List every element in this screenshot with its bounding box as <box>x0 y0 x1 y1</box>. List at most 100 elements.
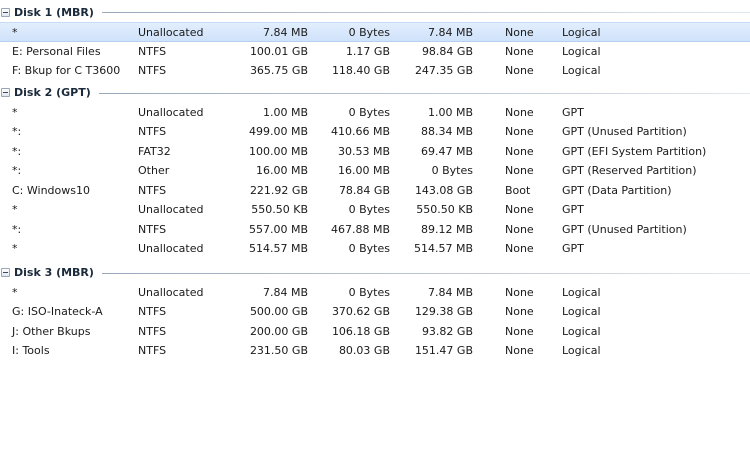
volume-cell: * <box>12 203 18 216</box>
partition-type-cell: GPT <box>562 105 584 119</box>
boot-flag-cell: None <box>505 44 534 58</box>
used-space-cell: 0 Bytes <box>348 285 390 299</box>
partition-type-cell: GPT (EFI System Partition) <box>562 144 707 158</box>
capacity-cell: 7.84 MB <box>262 26 308 39</box>
capacity-cell: 365.75 GB <box>249 64 308 77</box>
collapse-icon[interactable] <box>1 88 10 97</box>
disk-title: Disk 3 (MBR) <box>14 266 94 279</box>
boot-flag-cell: None <box>505 26 534 39</box>
volume-cell: * <box>12 285 18 299</box>
disk-group-header[interactable]: Disk 1 (MBR) <box>0 2 750 22</box>
partition-row[interactable]: * Unallocated 7.84 MB 0 Bytes 7.84 MB None Log… <box>0 22 750 42</box>
partition-type-cell: Logical <box>562 64 601 77</box>
file-system-cell: NTFS <box>138 125 167 138</box>
partition-row[interactable]: * Unallocated 514.57 MB 0 Bytes 514.57 MB Non… <box>0 239 750 259</box>
capacity-cell: 100.00 MB <box>248 144 308 158</box>
capacity-cell: 500.00 GB <box>249 305 308 318</box>
disk-title: Disk 2 (GPT) <box>14 86 91 99</box>
boot-flag-cell: None <box>505 203 534 216</box>
partition-row[interactable]: * Unallocated 7.84 MB 0 Bytes 7.84 MB None Log… <box>0 283 750 303</box>
file-system-cell: NTFS <box>138 305 167 318</box>
capacity-cell: 231.50 GB <box>249 344 308 357</box>
volume-cell: *: <box>12 164 22 177</box>
file-system-cell: FAT32 <box>138 144 171 158</box>
boot-flag-cell: None <box>505 344 534 357</box>
partition-row[interactable]: C: Windows10 NTFS 221.92 GB 78.84 GB 143.08 … <box>0 181 750 201</box>
file-system-cell: Unallocated <box>138 203 204 216</box>
partition-row[interactable]: *: NTFS 557.00 MB 467.88 MB 89.12 MB None GPT … <box>0 220 750 240</box>
capacity-cell: 200.00 GB <box>249 324 308 338</box>
file-system-cell: Unallocated <box>138 26 204 39</box>
volume-cell: J: Other Bkups <box>12 324 91 338</box>
capacity-cell: 221.92 GB <box>249 183 308 197</box>
capacity-cell: 557.00 MB <box>248 222 308 236</box>
used-space-cell: 0 Bytes <box>348 105 390 119</box>
free-space-cell: 129.38 GB <box>414 305 473 318</box>
partition-row[interactable]: F: Bkup for C T3600 NTFS 365.75 GB 118.40 G… <box>0 61 750 81</box>
free-space-cell: 0 Bytes <box>431 164 473 177</box>
volume-cell: I: Tools <box>12 344 50 357</box>
file-system-cell: NTFS <box>138 183 167 197</box>
free-space-cell: 93.82 GB <box>421 324 473 338</box>
used-space-cell: 0 Bytes <box>348 242 390 255</box>
collapse-icon[interactable] <box>1 7 10 17</box>
boot-flag-cell: None <box>505 324 534 338</box>
partition-type-cell: Logical <box>562 26 601 39</box>
boot-flag-cell: None <box>505 105 534 119</box>
file-system-cell: Unallocated <box>138 285 204 299</box>
partition-type-cell: GPT (Unused Partition) <box>562 222 687 236</box>
free-space-cell: 88.34 MB <box>420 125 473 138</box>
partition-row[interactable]: E: Personal Files NTFS 100.01 GB 1.17 GB 98.… <box>0 42 750 62</box>
used-space-cell: 410.66 MB <box>330 125 390 138</box>
partition-row[interactable]: * Unallocated 550.50 KB 0 Bytes 550.50 KB Non… <box>0 200 750 220</box>
boot-flag-cell: None <box>505 242 534 255</box>
group-divider <box>101 12 750 13</box>
partition-type-cell: Logical <box>562 285 601 299</box>
free-space-cell: 550.50 KB <box>416 203 473 216</box>
volume-cell: *: <box>12 125 22 138</box>
used-space-cell: 0 Bytes <box>348 26 390 39</box>
capacity-cell: 100.01 GB <box>249 44 308 58</box>
partition-type-cell: Logical <box>562 324 601 338</box>
used-space-cell: 80.03 GB <box>338 344 390 357</box>
group-divider <box>98 92 750 94</box>
boot-flag-cell: None <box>505 144 534 158</box>
volume-cell: *: <box>12 222 22 236</box>
partition-list[interactable]: Disk 1 (MBR) * Unallocated 7.84 MB 0 Bytes 7… <box>0 2 750 361</box>
used-space-cell: 467.88 MB <box>330 222 390 236</box>
used-space-cell: 370.62 GB <box>331 305 390 318</box>
partition-row[interactable]: G: ISO-Inateck-A NTFS 500.00 GB 370.62 GB 12… <box>0 302 750 322</box>
disk-group-header[interactable]: Disk 3 (MBR) <box>0 263 750 283</box>
capacity-cell: 1.00 MB <box>262 105 308 119</box>
volume-cell: G: ISO-Inateck-A <box>12 305 103 318</box>
boot-flag-cell: None <box>505 125 534 138</box>
partition-type-cell: GPT (Unused Partition) <box>562 125 687 138</box>
capacity-cell: 16.00 MB <box>255 164 308 177</box>
file-system-cell: Other <box>138 164 170 177</box>
partition-row[interactable]: * Unallocated 1.00 MB 0 Bytes 1.00 MB None GPT <box>0 103 750 123</box>
partition-type-cell: Logical <box>562 344 601 357</box>
partition-row[interactable]: *: NTFS 499.00 MB 410.66 MB 88.34 MB None GPT … <box>0 122 750 142</box>
partition-row[interactable]: J: Other Bkups NTFS 200.00 GB 106.18 GB 93.8… <box>0 322 750 342</box>
partition-type-cell: GPT <box>562 242 584 255</box>
partition-row[interactable]: I: Tools NTFS 231.50 GB 80.03 GB 151.47 GB No… <box>0 341 750 361</box>
free-space-cell: 7.84 MB <box>427 26 473 39</box>
free-space-cell: 98.84 GB <box>421 44 473 58</box>
file-system-cell: NTFS <box>138 222 167 236</box>
volume-cell: E: Personal Files <box>12 44 101 58</box>
free-space-cell: 1.00 MB <box>427 105 473 119</box>
partition-row[interactable]: *: FAT32 100.00 MB 30.53 MB 69.47 MB None GPT … <box>0 142 750 162</box>
collapse-icon[interactable] <box>1 268 10 277</box>
used-space-cell: 78.84 GB <box>338 183 390 197</box>
partition-type-cell: Logical <box>562 305 601 318</box>
partition-row[interactable]: *: Other 16.00 MB 16.00 MB 0 Bytes None GPT (R… <box>0 161 750 181</box>
capacity-cell: 550.50 KB <box>251 203 308 216</box>
free-space-cell: 247.35 GB <box>414 64 473 77</box>
file-system-cell: NTFS <box>138 64 167 77</box>
partition-type-cell: GPT (Data Partition) <box>562 183 672 197</box>
disk-group-header[interactable]: Disk 2 (GPT) <box>0 83 750 103</box>
capacity-cell: 499.00 MB <box>248 125 308 138</box>
file-system-cell: Unallocated <box>138 242 204 255</box>
volume-cell: * <box>12 105 18 119</box>
volume-cell: * <box>12 26 18 39</box>
